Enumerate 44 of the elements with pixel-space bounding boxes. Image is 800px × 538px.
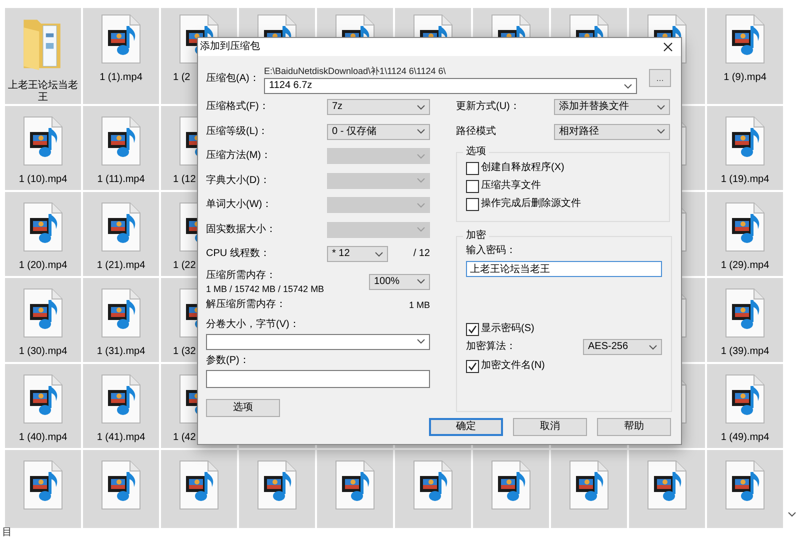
window-title: 添加到压缩包 [200,41,260,53]
group-title: 选项 [465,146,487,158]
field-label: 路径模式 [456,124,496,139]
file-name: 1 (19).mp4 [720,174,770,186]
file-name: 1 (12 [172,174,196,186]
field-label: / 12 [413,247,430,262]
field-label: 压缩所需内存： [206,268,277,282]
field-label: 加密算法： [466,340,516,354]
file-name: 1 (29).mp4 [720,260,770,272]
file-name: 1 (30).mp4 [18,346,68,358]
field-label: CPU 线程数： [206,247,271,262]
field-label: 参数(P)： [206,354,250,368]
field-label: 解压缩所需内存： [206,298,286,312]
field-label: 输入密码： [466,244,517,258]
field-label: 压缩等级(L)： [206,124,268,139]
archive-path: E:\BaiduNetdiskDownload\补1\1124 6\1124 6\ [264,65,447,78]
field-label: 单词大小(W)： [206,198,272,212]
status-text: 目 [1,528,13,538]
file-name: 1 (31).mp4 [96,346,146,358]
file-name: 1 (21).mp4 [96,260,146,272]
file-name: 1 (39).mp4 [720,346,770,358]
file-name: 1 (9).mp4 [722,72,768,84]
file-name: 上老王论坛当老王 [7,80,79,104]
field-label: 压缩格式(F)： [206,100,269,114]
file-name: 1 (42 [172,432,196,444]
file-name: 1 (22 [172,260,196,272]
field-label: 压缩包(A)： [206,72,260,86]
group-title: 加密 [465,230,487,242]
file-name: 1 (40).mp4 [18,432,68,444]
field-label: 分卷大小，字节(V)： [206,318,300,332]
file-name: 1 (32 [172,346,196,358]
memory-value: 1 MB [408,298,430,310]
field-label: 压缩方法(M)： [206,149,271,164]
file-name: 1 (41).mp4 [96,432,146,444]
file-name: 1 (11).mp4 [96,174,146,186]
memory-usage: 1 MB / 15742 MB / 15742 MB [206,282,324,294]
field-label: 固实数据大小： [206,222,276,237]
field-label: 更新方式(U)： [456,100,520,114]
file-name: 1 (2 [172,72,190,84]
file-name: 1 (1).mp4 [98,72,144,84]
field-label: 字典大小(D)： [206,174,270,188]
file-name: 1 (20).mp4 [18,260,68,272]
file-name: 1 (10).mp4 [18,174,68,186]
file-name: 1 (49).mp4 [720,432,770,444]
